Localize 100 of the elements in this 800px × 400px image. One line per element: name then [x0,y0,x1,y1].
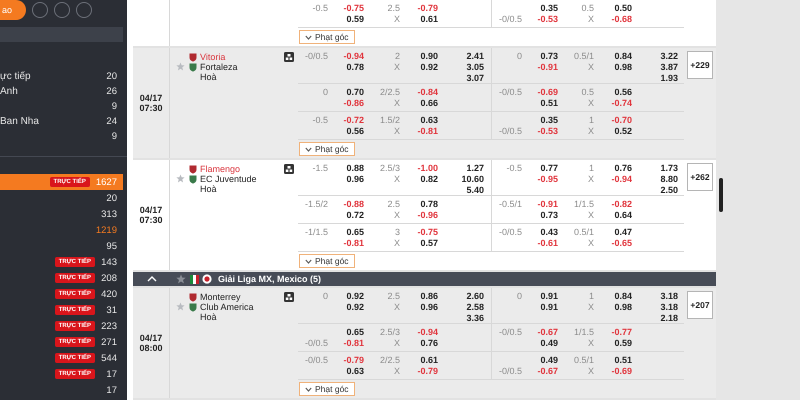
result-odds-value[interactable]: 2.60 [466,291,484,302]
odds-value[interactable]: -0.77 [611,327,632,338]
odds-value[interactable]: -0.94 [611,174,632,185]
odds-value[interactable]: 0.47 [614,227,632,238]
odds-value[interactable]: 0.91 [540,302,558,313]
result-odds-value[interactable]: 2.58 [466,302,484,313]
odds-value[interactable]: 0.49 [540,338,558,349]
corner-button[interactable]: Phạt góc [299,254,355,268]
odds-value[interactable]: 0.98 [614,62,632,73]
sidebar-item[interactable]: 9 [0,129,123,144]
odds-value[interactable]: 0.65 [346,227,364,238]
odds-value[interactable]: 0.92 [346,291,364,302]
odds-value[interactable]: -0.79 [417,3,438,14]
odds-value[interactable]: -0.81 [343,238,364,249]
odds-value[interactable]: 0.77 [540,163,558,174]
odds-value[interactable]: -0.96 [417,210,438,221]
star-icon[interactable] [176,174,185,183]
odds-value[interactable]: -0.65 [611,238,632,249]
odds-value[interactable]: 0.51 [614,355,632,366]
odds-value[interactable]: -0.91 [537,199,558,210]
circle-icon[interactable] [32,2,48,18]
odds-value[interactable]: 0.61 [420,355,438,366]
sidebar-item[interactable]: 313 [0,206,123,222]
odds-value[interactable]: -0.81 [417,126,438,137]
odds-value[interactable]: -0.72 [343,115,364,126]
odds-value[interactable]: -0.68 [611,14,632,25]
result-odds-value[interactable]: 1.73 [660,163,678,174]
odds-value[interactable]: -0.94 [343,51,364,62]
more-bets-button[interactable]: +262 [687,163,713,191]
sidebar-item[interactable]: 20 [0,190,123,206]
stats-icon[interactable] [284,164,294,174]
odds-value[interactable]: -0.88 [343,199,364,210]
more-bets-button[interactable]: +207 [687,291,713,319]
odds-value[interactable]: 0.59 [346,14,364,25]
odds-value[interactable]: 0.66 [420,98,438,109]
odds-value[interactable]: 0.57 [420,238,438,249]
sidebar-item[interactable]: Ban Nha 24 [0,114,123,129]
odds-value[interactable]: -0.86 [343,98,364,109]
odds-value[interactable]: 0.82 [420,174,438,185]
result-odds-value[interactable]: 3.18 [660,302,678,313]
result-odds-value[interactable]: 3.22 [660,51,678,62]
odds-value[interactable]: 0.63 [420,115,438,126]
star-icon[interactable] [176,274,186,284]
odds-value[interactable]: 0.84 [614,291,632,302]
result-odds-value[interactable]: 3.36 [466,313,484,324]
sidebar-item[interactable]: 17 [0,382,123,398]
odds-value[interactable]: 0.84 [614,51,632,62]
sidebar-item[interactable]: ực tiếp 20 [0,69,123,84]
odds-value[interactable]: -0.67 [537,366,558,377]
odds-value[interactable]: -1.00 [417,163,438,174]
odds-value[interactable]: 0.73 [540,51,558,62]
odds-value[interactable]: 0.78 [420,199,438,210]
odds-value[interactable]: 0.90 [420,51,438,62]
odds-value[interactable]: -0.53 [537,126,558,137]
odds-value[interactable]: 0.35 [540,115,558,126]
stats-icon[interactable] [284,52,294,62]
corner-button[interactable]: Phạt góc [299,142,355,156]
odds-value[interactable]: -0.91 [537,62,558,73]
odds-value[interactable]: 0.91 [540,291,558,302]
odds-value[interactable]: 0.35 [540,3,558,14]
result-odds-value[interactable]: 8.80 [660,174,678,185]
corner-button[interactable]: Phạt góc [299,382,355,396]
stats-icon[interactable] [284,292,294,302]
more-bets-button[interactable]: +229 [687,51,713,79]
star-icon[interactable] [176,62,185,71]
result-odds-value[interactable]: 1.93 [660,73,678,84]
odds-value[interactable]: 0.88 [346,163,364,174]
result-odds-value[interactable]: 3.87 [660,62,678,73]
odds-value[interactable]: 0.96 [420,302,438,313]
odds-value[interactable]: 0.78 [346,62,364,73]
odds-value[interactable]: -0.82 [611,199,632,210]
odds-value[interactable]: -0.79 [417,366,438,377]
odds-value[interactable]: 0.63 [346,366,364,377]
odds-value[interactable]: 0.56 [614,87,632,98]
odds-value[interactable]: -0.67 [537,327,558,338]
odds-value[interactable]: -0.61 [537,238,558,249]
odds-value[interactable]: -0.75 [343,3,364,14]
result-odds-value[interactable]: 2.50 [660,185,678,196]
odds-value[interactable]: 0.92 [346,302,364,313]
result-odds-value[interactable]: 3.05 [466,62,484,73]
result-odds-value[interactable]: 10.60 [461,174,484,185]
result-odds-value[interactable]: 5.40 [466,185,484,196]
result-odds-value[interactable]: 2.41 [466,51,484,62]
odds-value[interactable]: -0.69 [611,366,632,377]
odds-value[interactable]: 0.76 [614,163,632,174]
league-header[interactable]: Giải Liga MX, Mexico (5) [133,272,716,288]
odds-value[interactable]: 0.49 [540,355,558,366]
odds-value[interactable]: 0.61 [420,14,438,25]
scrollbar-thumb[interactable] [719,178,723,212]
odds-value[interactable]: -0.95 [537,174,558,185]
odds-value[interactable]: -0.75 [417,227,438,238]
odds-value[interactable]: -0.94 [417,327,438,338]
result-odds-value[interactable]: 3.18 [660,291,678,302]
odds-value[interactable]: 0.98 [614,302,632,313]
odds-value[interactable]: 0.50 [614,3,632,14]
result-odds-value[interactable]: 1.27 [466,163,484,174]
odds-value[interactable]: 0.56 [346,126,364,137]
odds-value[interactable]: -0.81 [343,338,364,349]
odds-value[interactable]: 0.65 [346,327,364,338]
odds-value[interactable]: 0.86 [420,291,438,302]
